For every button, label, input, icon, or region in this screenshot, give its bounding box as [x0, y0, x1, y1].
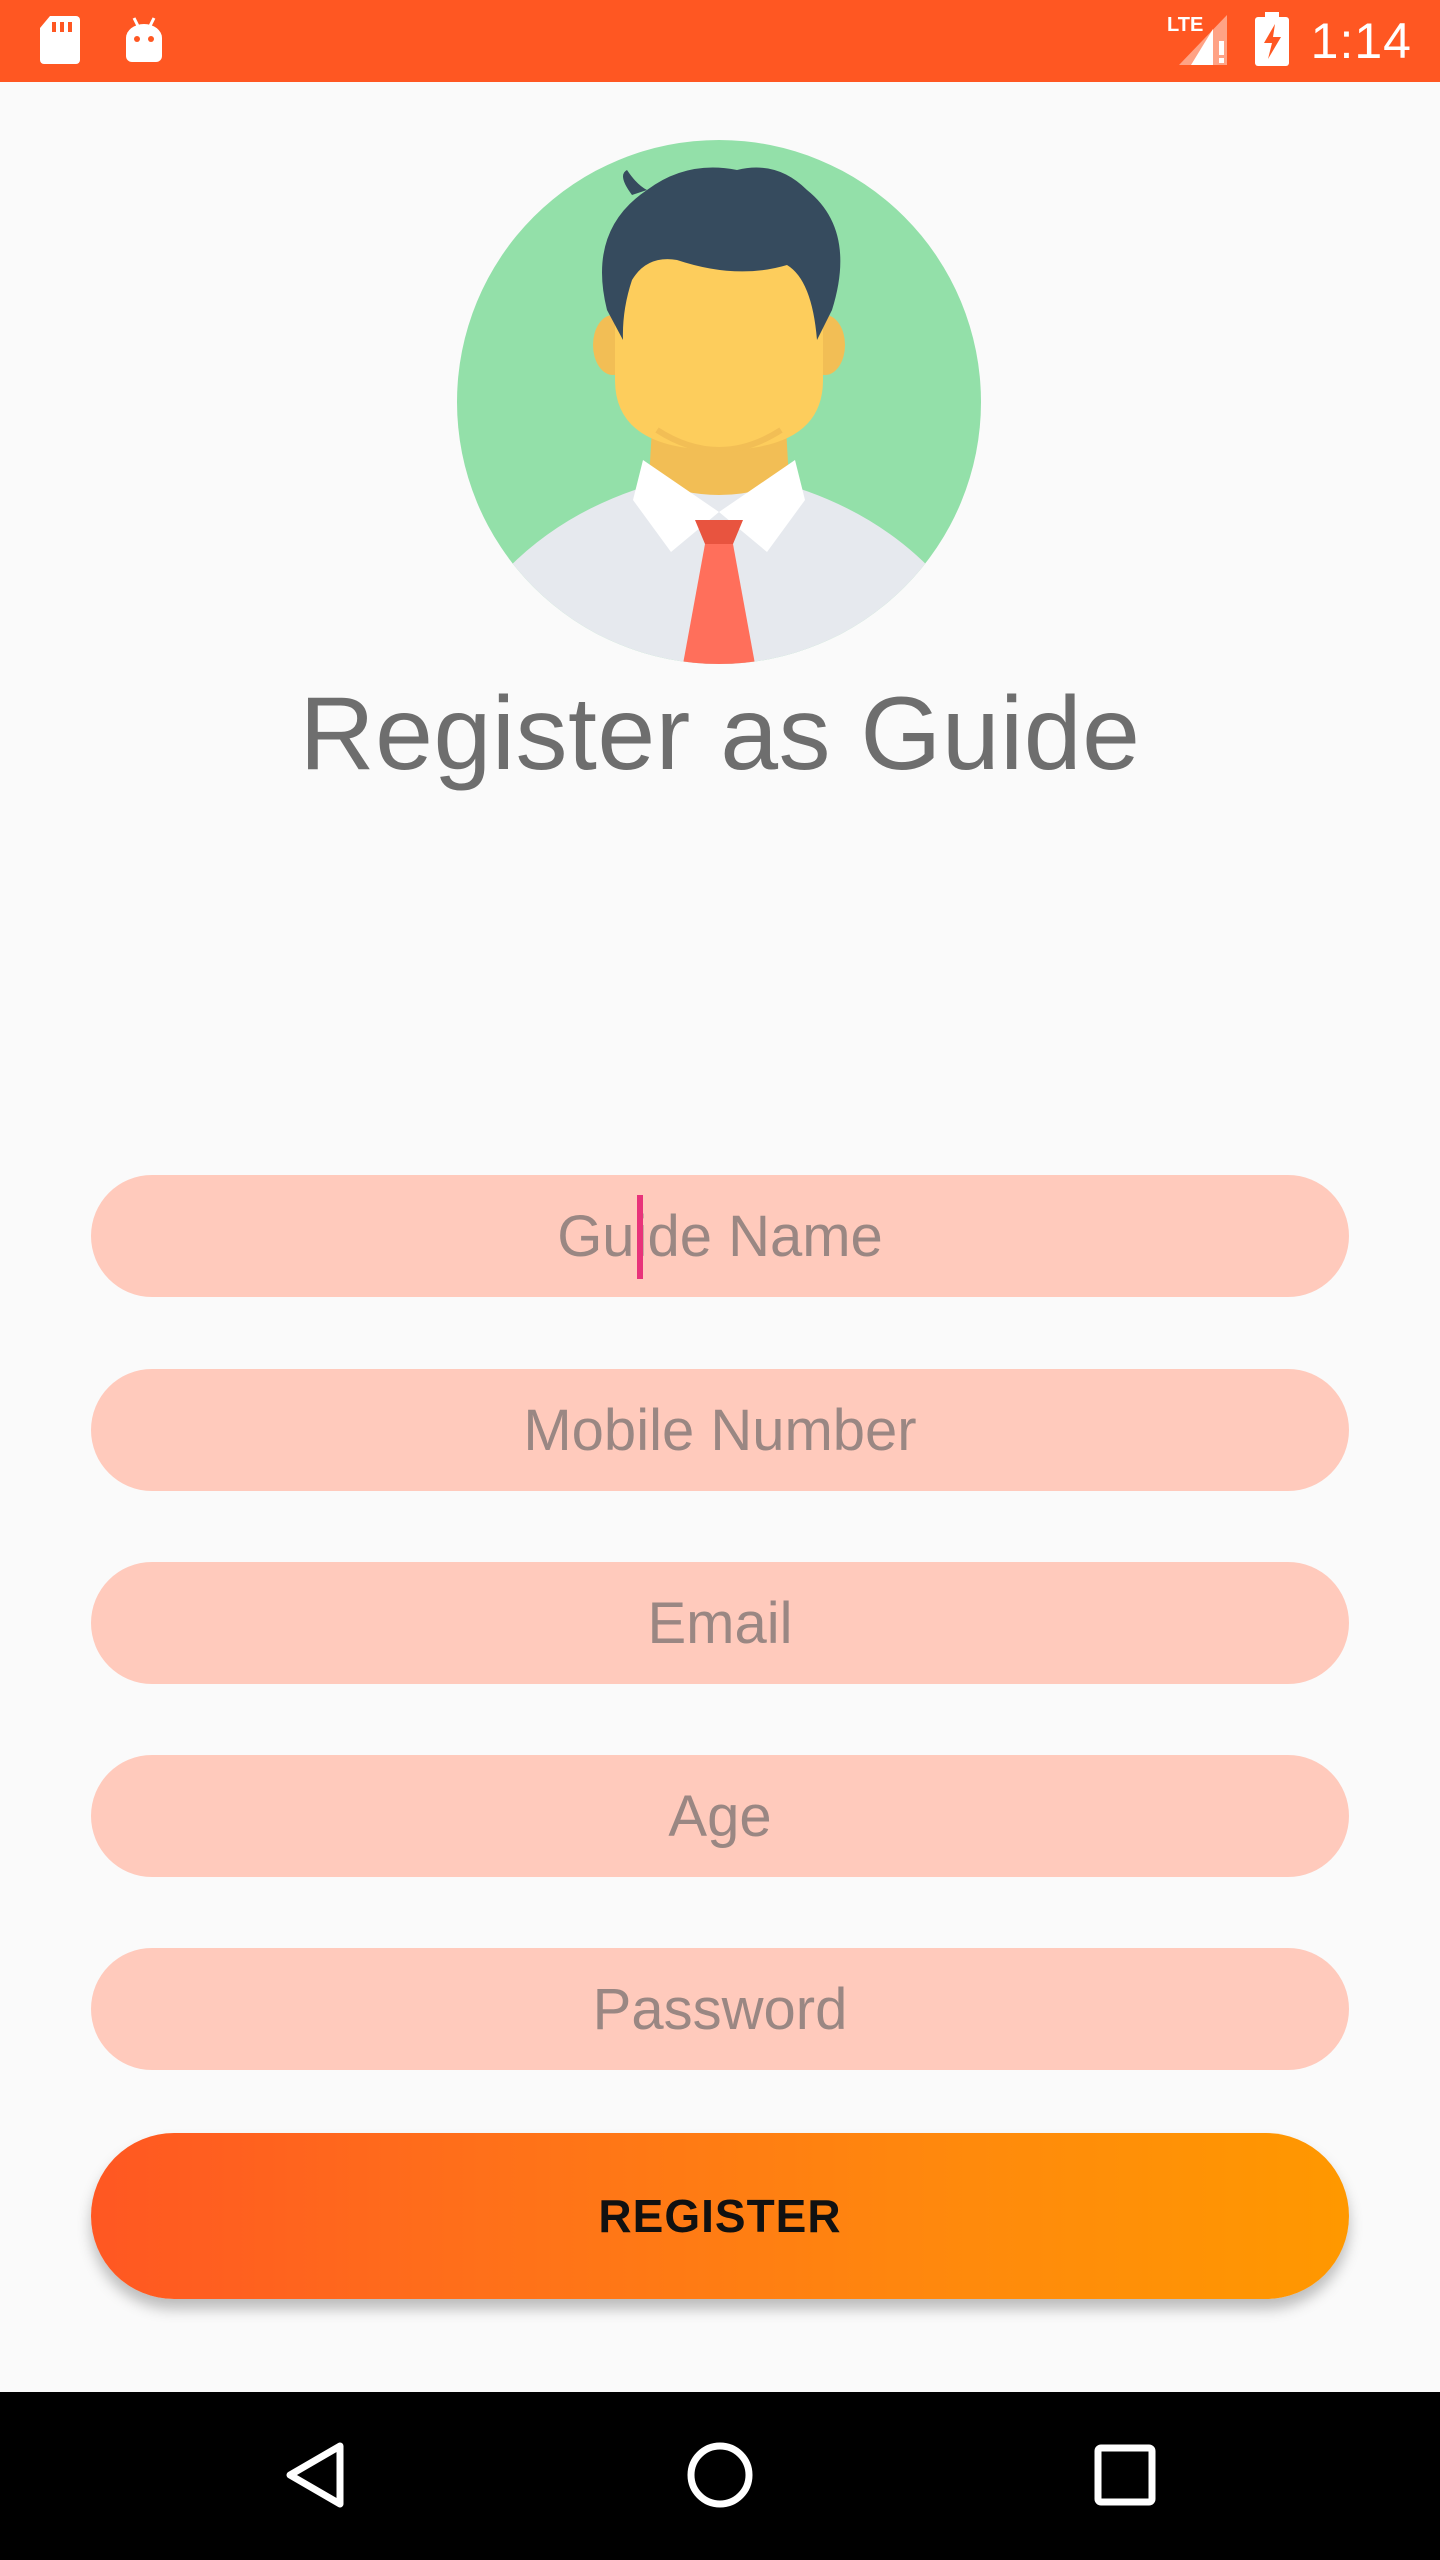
email-field[interactable] — [91, 1562, 1349, 1684]
text-cursor — [637, 1195, 643, 1279]
email-input[interactable] — [91, 1562, 1349, 1684]
battery-charging-icon — [1254, 11, 1289, 71]
recents-button[interactable] — [1080, 2432, 1170, 2522]
signal-icon: LTE — [1167, 11, 1233, 72]
status-bar-notifications — [38, 14, 166, 71]
age-input[interactable] — [91, 1755, 1349, 1877]
network-type-label: LTE — [1167, 14, 1203, 36]
status-bar-time: 1:14 — [1310, 13, 1412, 69]
android-icon — [122, 14, 166, 71]
guide-name-input[interactable] — [91, 1175, 1349, 1297]
mobile-number-field[interactable] — [91, 1369, 1349, 1491]
page-title: Register as Guide — [299, 676, 1141, 792]
age-field[interactable] — [91, 1755, 1349, 1877]
back-button[interactable] — [270, 2432, 360, 2522]
guide-avatar — [457, 140, 981, 664]
guide-name-field[interactable] — [91, 1175, 1349, 1297]
sd-card-icon — [38, 14, 82, 71]
status-bar-system: LTE 1:14 — [1167, 0, 1412, 82]
register-button-label: REGISTER — [598, 2190, 842, 2242]
mobile-number-input[interactable] — [91, 1369, 1349, 1491]
home-button[interactable] — [675, 2432, 765, 2522]
register-button[interactable]: REGISTER — [91, 2133, 1349, 2299]
password-field[interactable] — [91, 1948, 1349, 2070]
back-icon — [282, 2440, 348, 2515]
password-input[interactable] — [91, 1948, 1349, 2070]
register-guide-screen: LTE 1:14 Register as Guide Guide Name Mo… — [0, 0, 1440, 2560]
navigation-bar — [0, 2392, 1440, 2560]
recents-icon — [1093, 2443, 1157, 2512]
status-bar: LTE 1:14 — [0, 0, 1440, 82]
home-icon — [685, 2440, 755, 2515]
